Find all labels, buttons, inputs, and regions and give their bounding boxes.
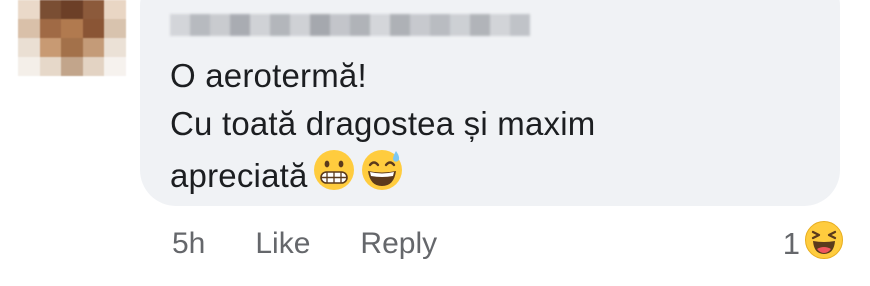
comment-line-3-text: apreciată bbox=[170, 157, 308, 194]
grinning-sweat-face-icon bbox=[360, 148, 404, 205]
grimacing-face-icon bbox=[312, 148, 356, 205]
reaction-count: 1 bbox=[782, 226, 800, 261]
reply-button[interactable]: Reply bbox=[360, 227, 437, 261]
comment-line-2: Cu toată dragostea și maxim bbox=[170, 105, 596, 142]
comment-actions: 5h Like Reply bbox=[172, 222, 437, 266]
reaction-summary[interactable]: 1 bbox=[783, 220, 844, 268]
comment-text: O aerotermă! Cu toată dragostea și maxim… bbox=[170, 52, 595, 205]
author-name-redacted[interactable] bbox=[170, 14, 530, 36]
comment-item: O aerotermă! Cu toată dragostea și maxim… bbox=[0, 0, 870, 286]
comment-line-3: apreciată bbox=[170, 148, 595, 205]
timestamp[interactable]: 5h bbox=[172, 227, 205, 261]
like-button[interactable]: Like bbox=[255, 227, 310, 261]
avatar[interactable] bbox=[18, 0, 126, 76]
laughing-face-icon bbox=[804, 220, 844, 268]
comment-line-1: O aerotermă! bbox=[170, 57, 367, 94]
